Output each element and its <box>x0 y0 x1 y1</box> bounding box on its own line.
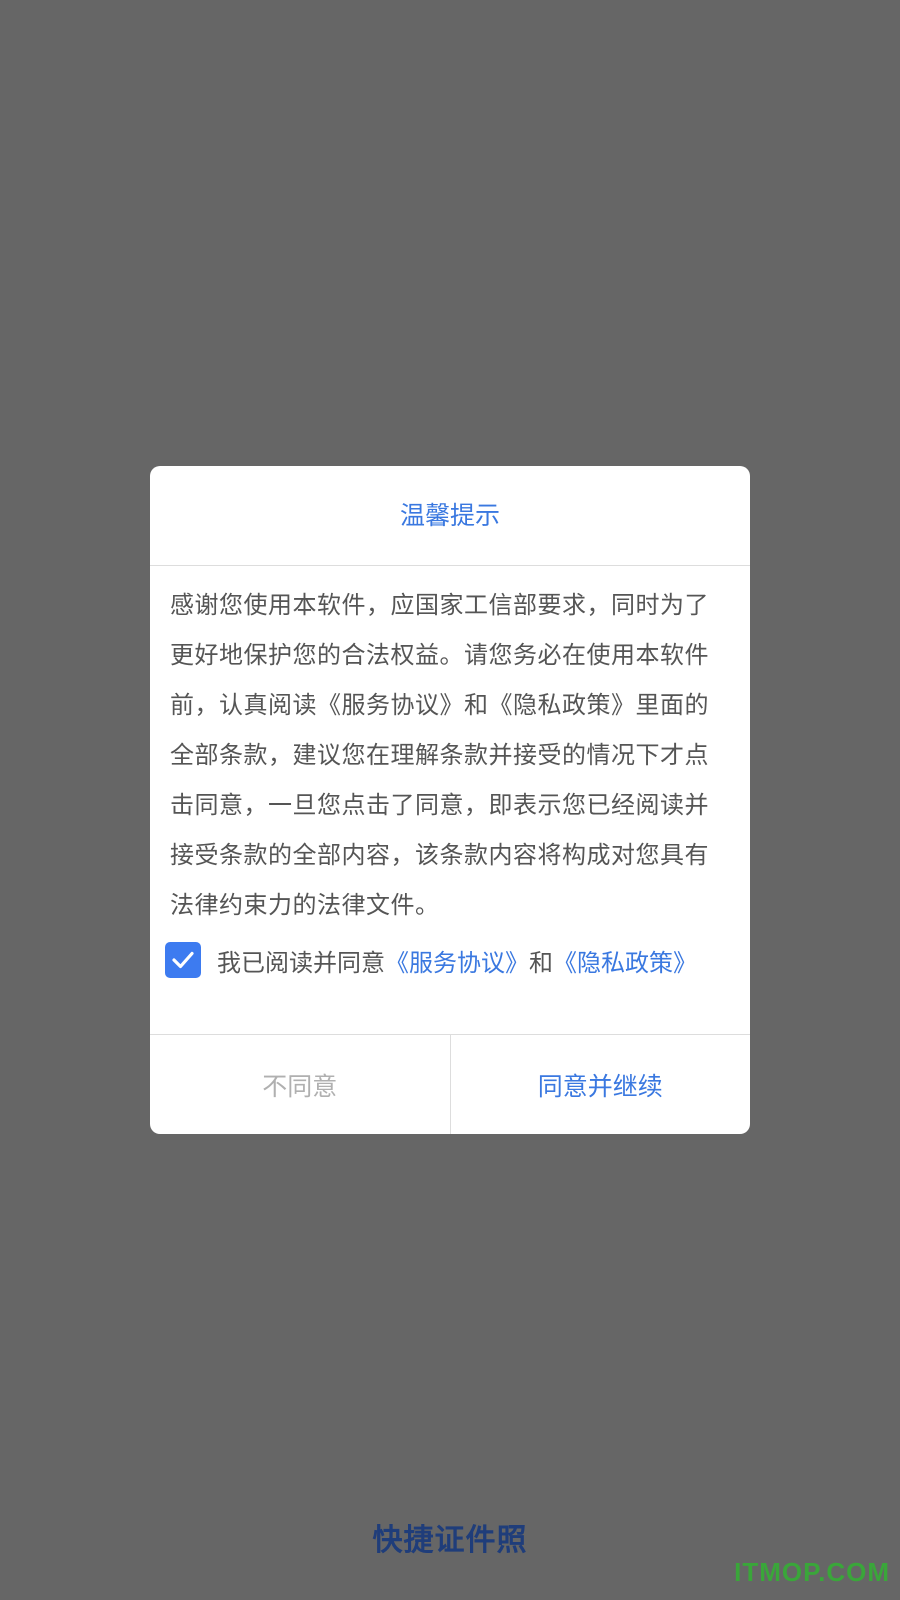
dialog-body-text: 感谢您使用本软件，应国家工信部要求，同时为了更好地保护您的合法权益。请您务必在使… <box>170 591 709 919</box>
decline-button[interactable]: 不同意 <box>150 1035 451 1134</box>
dialog-title: 温馨提示 <box>150 466 750 566</box>
agree-prefix-label: 我已阅读并同意 <box>217 948 385 977</box>
privacy-dialog: 温馨提示 感谢您使用本软件，应国家工信部要求，同时为了更好地保护您的合法权益。请… <box>150 466 750 1134</box>
watermark-text: ITMOP.COM <box>734 1557 890 1587</box>
app-name: 快捷证件照 <box>372 1523 528 1558</box>
agree-checkbox[interactable] <box>165 942 201 978</box>
checkmark-icon <box>172 951 194 969</box>
dialog-actions: 不同意 同意并继续 <box>150 1034 750 1134</box>
accept-continue-button[interactable]: 同意并继续 <box>451 1035 751 1134</box>
agree-and-label: 和 <box>529 948 553 977</box>
privacy-policy-link[interactable]: 《隐私政策》 <box>553 943 697 978</box>
agree-row: 我已阅读并同意 《服务协议》 和 《隐私政策》 <box>150 920 750 1000</box>
service-agreement-link[interactable]: 《服务协议》 <box>385 943 529 978</box>
